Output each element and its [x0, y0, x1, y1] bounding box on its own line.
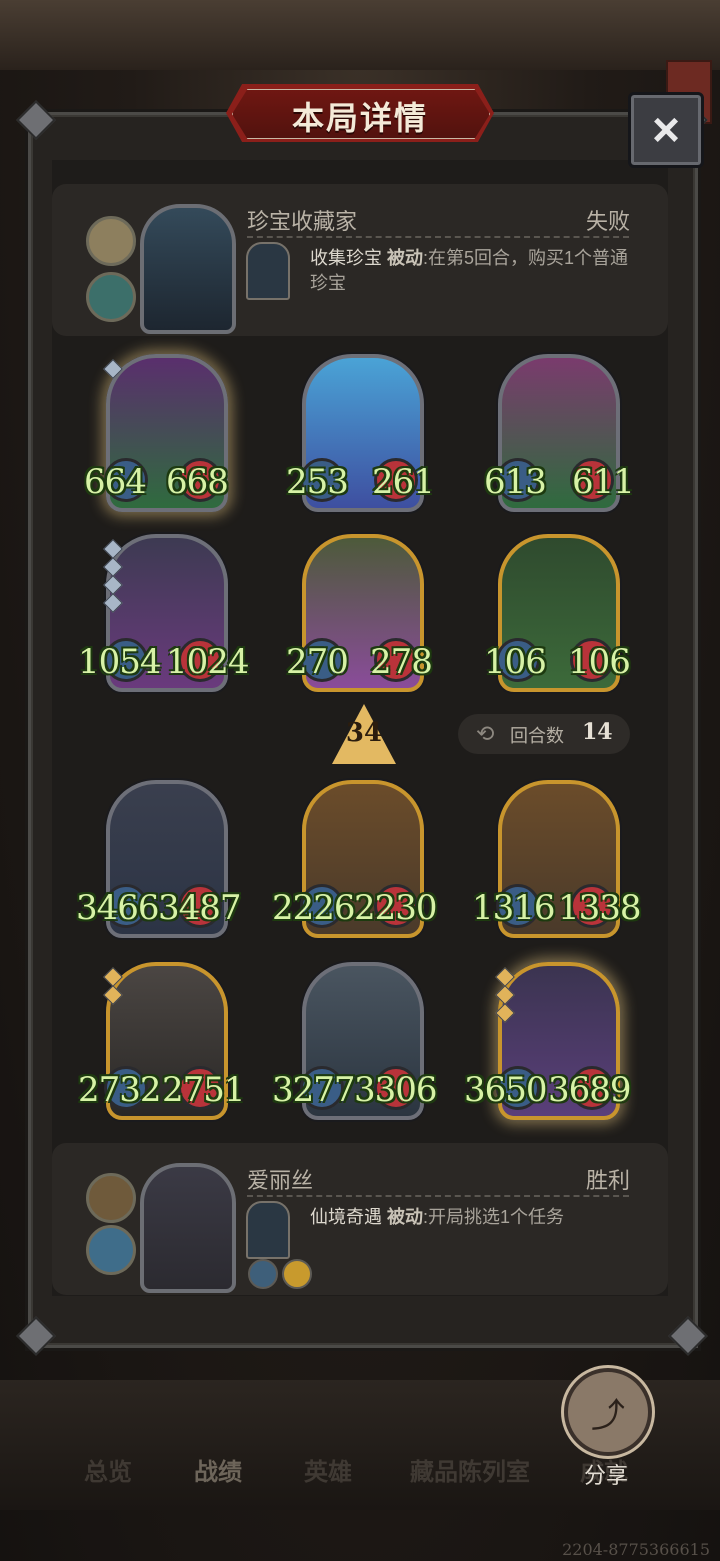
tab-collection[interactable]: 藏品陈列室 [410, 1452, 530, 1487]
opponent-name: 珍宝收藏家 [247, 209, 358, 234]
player-unit[interactable]: 1316 1338 [472, 780, 642, 938]
tab-overview[interactable]: 总览 [84, 1452, 132, 1487]
title-plate: 本局详情 [226, 84, 494, 142]
player-unit[interactable]: 3277 3306 [272, 962, 438, 1120]
match-id: 2204-8775366615 [562, 1540, 710, 1559]
page-title: 本局详情 [291, 100, 428, 136]
player-name: 爱丽丝 [247, 1168, 314, 1193]
enemy-unit[interactable]: 1054 1024 [78, 534, 250, 692]
spell-icon [86, 272, 136, 322]
opponent-trait: 收集珍宝 被动:在第5回合，购买1个普通珍宝 [310, 248, 629, 293]
player-trait: 仙境奇遇 被动:开局挑选1个任务 [310, 1207, 565, 1227]
top-backdrop [0, 0, 720, 70]
share-label[interactable]: 分享 [584, 1458, 628, 1490]
close-button[interactable]: × [628, 92, 704, 168]
enemy-unit[interactable]: 270 278 [286, 534, 433, 692]
reward-icon [282, 1259, 312, 1289]
player-unit[interactable]: 3650 3689 [464, 962, 632, 1120]
divider [247, 1195, 629, 1197]
player-portrait [140, 1163, 236, 1293]
enemy-unit[interactable]: 664 668 [84, 354, 229, 512]
player-card[interactable]: 爱丽丝 胜利 仙境奇遇 被动:开局挑选1个任务 [52, 1143, 668, 1295]
quest-icon [248, 1259, 278, 1289]
share-button[interactable]: ⤴ [564, 1368, 652, 1456]
trinket-icon [86, 216, 136, 266]
tab-records[interactable]: 战绩 [194, 1452, 242, 1487]
enemy-unit[interactable]: 253 261 [286, 354, 435, 512]
tavern-tier: 34 [345, 718, 383, 748]
opponent-card[interactable]: 珍宝收藏家 失败 收集珍宝 被动:在第5回合，购买1个普通珍宝 [52, 184, 668, 336]
rounds-value: 14 [582, 719, 613, 745]
divider [247, 236, 629, 238]
player-unit[interactable]: 2732 2751 [78, 962, 246, 1120]
player-unit[interactable]: 2226 2230 [272, 780, 438, 938]
enemy-unit[interactable]: 613 611 [484, 354, 635, 512]
trinket-icon [86, 1173, 136, 1223]
opponent-result: 失败 [585, 209, 630, 234]
opponent-portrait [140, 204, 236, 334]
trait-icon [246, 242, 290, 300]
enemy-unit[interactable]: 106 106 [484, 534, 631, 692]
rounds-pill: ⟲ 回合数 14 [458, 714, 630, 754]
rounds-label: 回合数 [510, 726, 564, 746]
tab-heroes[interactable]: 英雄 [304, 1452, 352, 1487]
close-icon: × [651, 103, 681, 157]
spell-icon [86, 1225, 136, 1275]
repeat-icon: ⟲ [476, 721, 495, 746]
player-result: 胜利 [585, 1168, 630, 1193]
share-icon: ⤴ [591, 1396, 625, 1435]
trait-icon [246, 1201, 290, 1259]
player-unit[interactable]: 3466 3487 [76, 780, 242, 938]
